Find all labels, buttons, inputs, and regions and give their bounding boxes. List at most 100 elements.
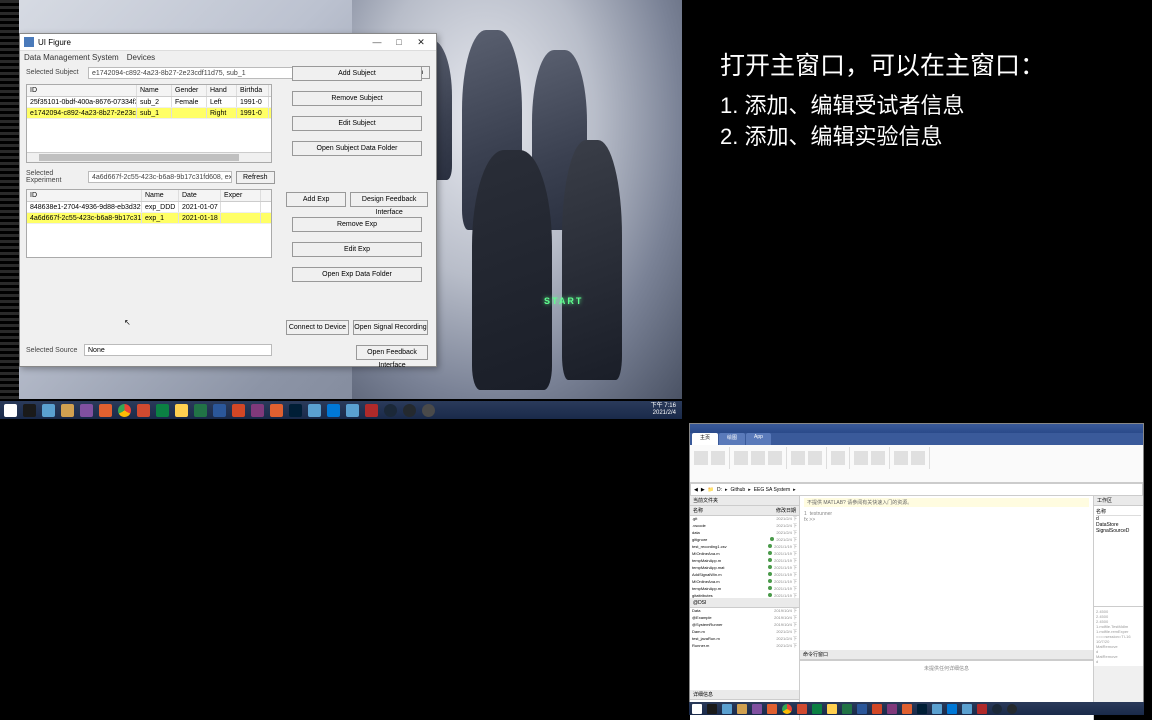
path-arrow-icon[interactable]: ◀ <box>694 487 698 493</box>
col-exper[interactable]: Exper <box>221 190 261 201</box>
taskbar-icon[interactable] <box>977 704 987 714</box>
workspace-list[interactable]: 名称 d DataStore SignalSourceD <box>1094 506 1143 606</box>
taskbar-icon[interactable] <box>1007 704 1017 714</box>
chrome-icon[interactable] <box>782 704 792 714</box>
col-name[interactable]: Name <box>137 85 172 96</box>
details-header[interactable]: 详细信息 <box>690 690 799 700</box>
file-item[interactable]: data2021/2/4 下 <box>690 530 799 537</box>
file-item[interactable]: tempMainApp.mat2021/1/19 下 <box>690 565 799 572</box>
file-item[interactable]: MIOnlineAna.m2021/1/19 下 <box>690 579 799 586</box>
taskbar-icon[interactable] <box>917 704 927 714</box>
taskbar-icon[interactable] <box>887 704 897 714</box>
subjects-table[interactable]: ID Name Gender Hand Birthda 25f35101-0bd… <box>26 84 272 163</box>
taskbar-icon[interactable] <box>707 704 717 714</box>
file-item[interactable]: Runner.m2021/2/4 下 <box>690 643 799 650</box>
scroll-thumb[interactable] <box>39 154 239 161</box>
col-date[interactable]: Date <box>179 190 221 201</box>
file-item[interactable]: @Example2019/10/4 下 <box>690 615 799 622</box>
table-row[interactable]: 25f35101-0bdf-400a-8676-07334f3cfd14 sub… <box>27 97 271 108</box>
design-feedback-button[interactable]: Design Feedback Interface <box>350 192 428 207</box>
taskbar-icon[interactable] <box>346 404 359 417</box>
taskbar-icon[interactable] <box>857 704 867 714</box>
file-item[interactable]: test_javaRun.m2021/2/4 下 <box>690 636 799 643</box>
file-item[interactable]: .git2021/2/4 下 <box>690 516 799 523</box>
refresh-experiments-button[interactable]: Refresh <box>236 171 275 184</box>
path-bar[interactable]: ◀ ▶ 📁 D: ▸ Github ▸ EEG SA System ▸ <box>690 483 1143 496</box>
path-arrow-icon[interactable]: ▶ <box>701 487 705 493</box>
taskbar-icon[interactable] <box>932 704 942 714</box>
maximize-button[interactable]: □ <box>388 34 410 50</box>
filezilla-icon[interactable] <box>365 404 378 417</box>
titlebar[interactable]: UI Figure — □ ✕ <box>20 34 436 51</box>
taskbar-icon[interactable] <box>752 704 762 714</box>
file-item[interactable]: tempMainApp.m2021/1/19 下 <box>690 586 799 593</box>
open-signal-recording-button[interactable]: Open Signal Recording <box>353 320 428 335</box>
horizontal-scrollbar[interactable] <box>27 152 271 162</box>
taskbar-icon[interactable] <box>992 704 1002 714</box>
steam-icon[interactable] <box>384 404 397 417</box>
file-item[interactable]: MIOnlineAna.m2021/1/19 下 <box>690 551 799 558</box>
vscode-icon[interactable] <box>327 404 340 417</box>
taskbar-br[interactable] <box>689 702 1144 715</box>
open-feedback-button[interactable]: Open Feedback Interface <box>356 345 428 360</box>
taskbar-icon[interactable] <box>80 404 93 417</box>
start-icon[interactable] <box>4 404 17 417</box>
taskbar-icon[interactable] <box>737 704 747 714</box>
taskbar-icon[interactable] <box>61 404 74 417</box>
taskbar-icon[interactable] <box>722 704 732 714</box>
selected-source-field[interactable]: None <box>84 344 272 356</box>
menu-devices[interactable]: Devices <box>127 53 155 62</box>
taskbar-icon[interactable] <box>962 704 972 714</box>
file-item[interactable]: Data2019/10/4 下 <box>690 608 799 615</box>
file-item[interactable]: AddSignalWin.m2021/1/19 下 <box>690 572 799 579</box>
add-subject-button[interactable]: Add Subject <box>292 66 422 81</box>
menu-data-mgmt[interactable]: Data Management System <box>24 53 119 62</box>
taskbar-icon[interactable] <box>827 704 837 714</box>
taskbar-icon[interactable] <box>767 704 777 714</box>
col-gender[interactable]: Gender <box>172 85 207 96</box>
history-item[interactable]: d <box>1096 659 1141 664</box>
ribbon-icon[interactable] <box>808 451 822 465</box>
taskbar-icon[interactable] <box>156 404 169 417</box>
ribbon-icon[interactable] <box>768 451 782 465</box>
powerpoint-icon[interactable] <box>232 404 245 417</box>
taskbar-icon[interactable] <box>308 404 321 417</box>
ws-header[interactable]: 工作区 <box>1094 496 1143 506</box>
photoshop-icon[interactable] <box>289 404 302 417</box>
panel-header[interactable]: @DSI <box>690 598 799 608</box>
col-id[interactable]: ID <box>27 190 142 201</box>
close-button[interactable]: ✕ <box>410 34 432 50</box>
minimize-button[interactable]: — <box>366 34 388 50</box>
table-row-selected[interactable]: e1742094-c892-4a23-8b27-2e23cdf11d... su… <box>27 108 271 119</box>
experiments-table[interactable]: ID Name Date Exper 848638e1-2704-4936-9d… <box>26 189 272 258</box>
ribbon-icon[interactable] <box>751 451 765 465</box>
file-item[interactable]: gitignore2021/2/4 下 <box>690 537 799 544</box>
start-icon[interactable] <box>692 704 702 714</box>
ribbon-icon[interactable] <box>911 451 925 465</box>
file-item[interactable]: @SystemRunner2019/10/4 下 <box>690 622 799 629</box>
ribbon-icon[interactable] <box>734 451 748 465</box>
file-list[interactable]: Data2019/10/4 下@Example2019/10/4 下@Syste… <box>690 608 799 690</box>
clock[interactable]: 下午 7:16 2021/2/4 <box>651 403 678 417</box>
taskbar-icon[interactable] <box>137 404 150 417</box>
taskbar-icon[interactable] <box>42 404 55 417</box>
edit-exp-button[interactable]: Edit Exp <box>292 242 422 257</box>
taskbar-icon[interactable] <box>947 704 957 714</box>
panel-header[interactable]: 当前文件夹 <box>690 496 799 506</box>
tab-app[interactable]: App <box>746 433 771 445</box>
selected-experiment-field[interactable]: 4a6d667f-2c55-423c-b6a8-9b17c31fd608, ex… <box>88 171 232 183</box>
tab-plot[interactable]: 绘图 <box>719 433 745 445</box>
file-list[interactable]: .git2021/2/4 下.vscode2021/2/4 下data2021/… <box>690 516 799 598</box>
taskbar-tl[interactable]: 下午 7:16 2021/2/4 <box>0 401 682 419</box>
file-item[interactable]: Dam.m2021/2/4 下 <box>690 629 799 636</box>
matlab-icon[interactable] <box>902 704 912 714</box>
taskbar-icon[interactable] <box>872 704 882 714</box>
col-hand[interactable]: Hand <box>207 85 237 96</box>
taskview-icon[interactable] <box>23 404 36 417</box>
ribbon-icon[interactable] <box>854 451 868 465</box>
taskbar-icon[interactable] <box>797 704 807 714</box>
table-row-selected[interactable]: 4a6d667f-2c55-423c-b6a8-9b17c31fd608 exp… <box>27 213 271 224</box>
explorer-icon[interactable] <box>175 404 188 417</box>
remove-exp-button[interactable]: Remove Exp <box>292 217 422 232</box>
edit-subject-button[interactable]: Edit Subject <box>292 116 422 131</box>
